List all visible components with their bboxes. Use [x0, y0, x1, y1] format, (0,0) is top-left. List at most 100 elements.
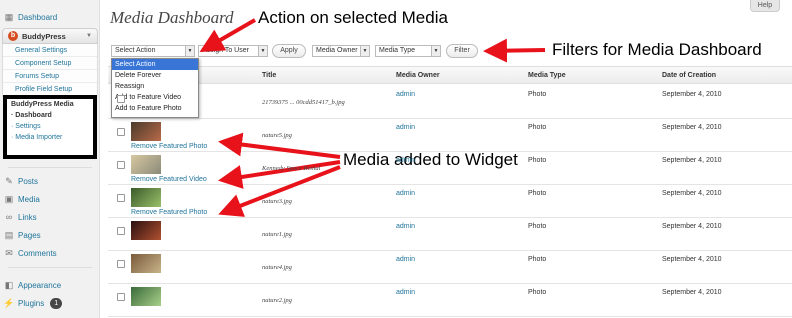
- row-checkbox[interactable]: [117, 227, 125, 235]
- assign-user-value: Assign To User: [202, 47, 249, 54]
- dropdown-option[interactable]: Delete Forever: [112, 70, 198, 81]
- buddypress-logo-icon: b: [8, 31, 18, 41]
- chevron-down-icon: ▼: [431, 46, 440, 56]
- menu-comments[interactable]: ✉ Comments: [4, 244, 96, 262]
- media-date: September 4, 2010: [662, 91, 722, 98]
- media-thumbnail[interactable]: [131, 254, 161, 273]
- media-owner[interactable]: admin: [396, 124, 415, 131]
- media-owner[interactable]: admin: [396, 289, 415, 296]
- media-title[interactable]: nature3.jpg: [262, 198, 292, 205]
- comments-icon: ✉: [5, 247, 13, 258]
- chevron-down-icon: ▼: [185, 46, 194, 56]
- row-checkbox[interactable]: [117, 293, 125, 301]
- row-checkbox[interactable]: [117, 260, 125, 268]
- menu-plugins-label: Plugins: [18, 298, 45, 308]
- menu-separator: [8, 167, 92, 168]
- media-date: September 4, 2010: [662, 289, 722, 296]
- media-type-value: Media Type: [379, 47, 416, 54]
- media-type: Photo: [528, 124, 547, 131]
- remove-featured-link[interactable]: Remove Featured Photo: [131, 209, 207, 216]
- menu-posts-label: Posts: [18, 176, 39, 186]
- dropdown-option[interactable]: Select Action: [112, 59, 198, 70]
- column-media-owner[interactable]: Media Owner: [396, 72, 440, 79]
- media-owner-value: Media Owner: [316, 47, 358, 54]
- media-owner[interactable]: admin: [396, 223, 415, 230]
- chevron-down-icon: ▼: [360, 46, 369, 56]
- media-owner[interactable]: admin: [396, 91, 415, 98]
- buddypress-media-menu: BuddyPress Media · Dashboard · Settings …: [3, 95, 97, 159]
- admin-sidebar: ▦ Dashboard b BuddyPress ▼ General Setti…: [0, 0, 100, 318]
- plugins-icon: ⚡: [3, 297, 15, 308]
- menu-posts[interactable]: ✎ Posts: [4, 172, 96, 190]
- page-title: Media Dashboard: [110, 8, 234, 27]
- bpm-item-dashboard[interactable]: · Dashboard: [7, 110, 93, 121]
- filter-button[interactable]: Filter: [446, 44, 478, 58]
- menu-media[interactable]: ▣ Media: [4, 190, 96, 208]
- media-date: September 4, 2010: [662, 190, 722, 197]
- dropdown-option[interactable]: Reassign: [112, 81, 198, 92]
- media-title[interactable]: 21739375 ... 00cdd51417_b.jpg: [262, 99, 345, 106]
- media-date: September 4, 2010: [662, 124, 722, 131]
- media-title[interactable]: nature1.jpg: [262, 231, 292, 238]
- submenu-forums-setup[interactable]: Forums Setup: [3, 70, 97, 83]
- menu-separator-2: [8, 267, 92, 268]
- media-type: Photo: [528, 91, 547, 98]
- column-date-of-creation[interactable]: Date of Creation: [662, 72, 716, 79]
- bulk-action-select[interactable]: Select Action ▼: [111, 45, 195, 57]
- media-type-select[interactable]: Media Type ▼: [375, 45, 441, 57]
- media-thumbnail[interactable]: [131, 188, 161, 207]
- media-owner[interactable]: admin: [396, 157, 415, 164]
- remove-featured-link[interactable]: Remove Featured Video: [131, 176, 207, 183]
- media-thumbnail[interactable]: [131, 287, 161, 306]
- menu-appearance-label: Appearance: [18, 280, 62, 290]
- media-title[interactable]: Kennedy Space Rental: [262, 165, 320, 172]
- media-thumbnail[interactable]: [131, 122, 161, 141]
- media-type: Photo: [528, 190, 547, 197]
- column-media-type[interactable]: Media Type: [528, 72, 566, 79]
- media-thumbnail[interactable]: [131, 155, 161, 174]
- row-checkbox[interactable]: [117, 128, 125, 136]
- row-checkbox[interactable]: [117, 194, 125, 202]
- submenu-general-settings[interactable]: General Settings: [3, 44, 97, 57]
- menu-media-label: Media: [18, 194, 40, 204]
- column-title[interactable]: Title: [262, 72, 276, 79]
- links-icon: ∞: [5, 212, 13, 222]
- menu-buddypress[interactable]: b BuddyPress ▼: [2, 28, 98, 44]
- bulk-action-value: Select Action: [115, 47, 156, 54]
- dropdown-option[interactable]: Add to Feature Photo: [112, 103, 198, 114]
- menu-dashboard[interactable]: ▦ Dashboard: [4, 8, 96, 26]
- media-owner[interactable]: admin: [396, 256, 415, 263]
- media-type: Photo: [528, 289, 547, 296]
- menu-appearance[interactable]: ◧ Appearance: [4, 276, 96, 294]
- buddypress-submenu: General Settings Component Setup Forums …: [2, 44, 98, 97]
- bpm-item-settings[interactable]: · Settings: [7, 121, 93, 132]
- help-tab[interactable]: Help: [750, 0, 780, 12]
- media-thumbnail[interactable]: [131, 221, 161, 240]
- media-title[interactable]: nature5.jpg: [262, 132, 292, 139]
- menu-dashboard-label: Dashboard: [18, 12, 58, 22]
- menu-pages[interactable]: ▤ Pages: [4, 226, 96, 244]
- menu-comments-label: Comments: [18, 248, 57, 258]
- assign-user-select[interactable]: Assign To User ▼: [198, 45, 268, 57]
- media-owner[interactable]: admin: [396, 190, 415, 197]
- media-date: September 4, 2010: [662, 223, 722, 230]
- menu-buddypress-label: BuddyPress: [22, 31, 66, 41]
- row-checkbox[interactable]: [117, 161, 125, 169]
- bpm-title[interactable]: BuddyPress Media: [7, 99, 93, 110]
- media-title[interactable]: nature2.jpg: [262, 297, 292, 304]
- row-checkbox[interactable]: [117, 95, 125, 103]
- appearance-icon: ◧: [4, 279, 14, 290]
- chevron-down-icon: ▼: [258, 46, 267, 56]
- bpm-item-media-importer[interactable]: · Media Importer: [7, 132, 93, 143]
- submenu-component-setup[interactable]: Component Setup: [3, 57, 97, 70]
- arrow-filters: [483, 38, 546, 63]
- menu-plugins[interactable]: ⚡ Plugins 1: [3, 294, 96, 312]
- media-owner-select[interactable]: Media Owner ▼: [312, 45, 370, 57]
- chevron-down-icon[interactable]: ▼: [86, 33, 92, 39]
- media-title[interactable]: nature4.jpg: [262, 264, 292, 271]
- remove-featured-link[interactable]: Remove Featured Photo: [131, 143, 207, 150]
- plugins-update-badge: 1: [50, 297, 63, 309]
- media-type: Photo: [528, 223, 547, 230]
- apply-button[interactable]: Apply: [272, 44, 306, 58]
- menu-links[interactable]: ∞ Links: [4, 208, 96, 226]
